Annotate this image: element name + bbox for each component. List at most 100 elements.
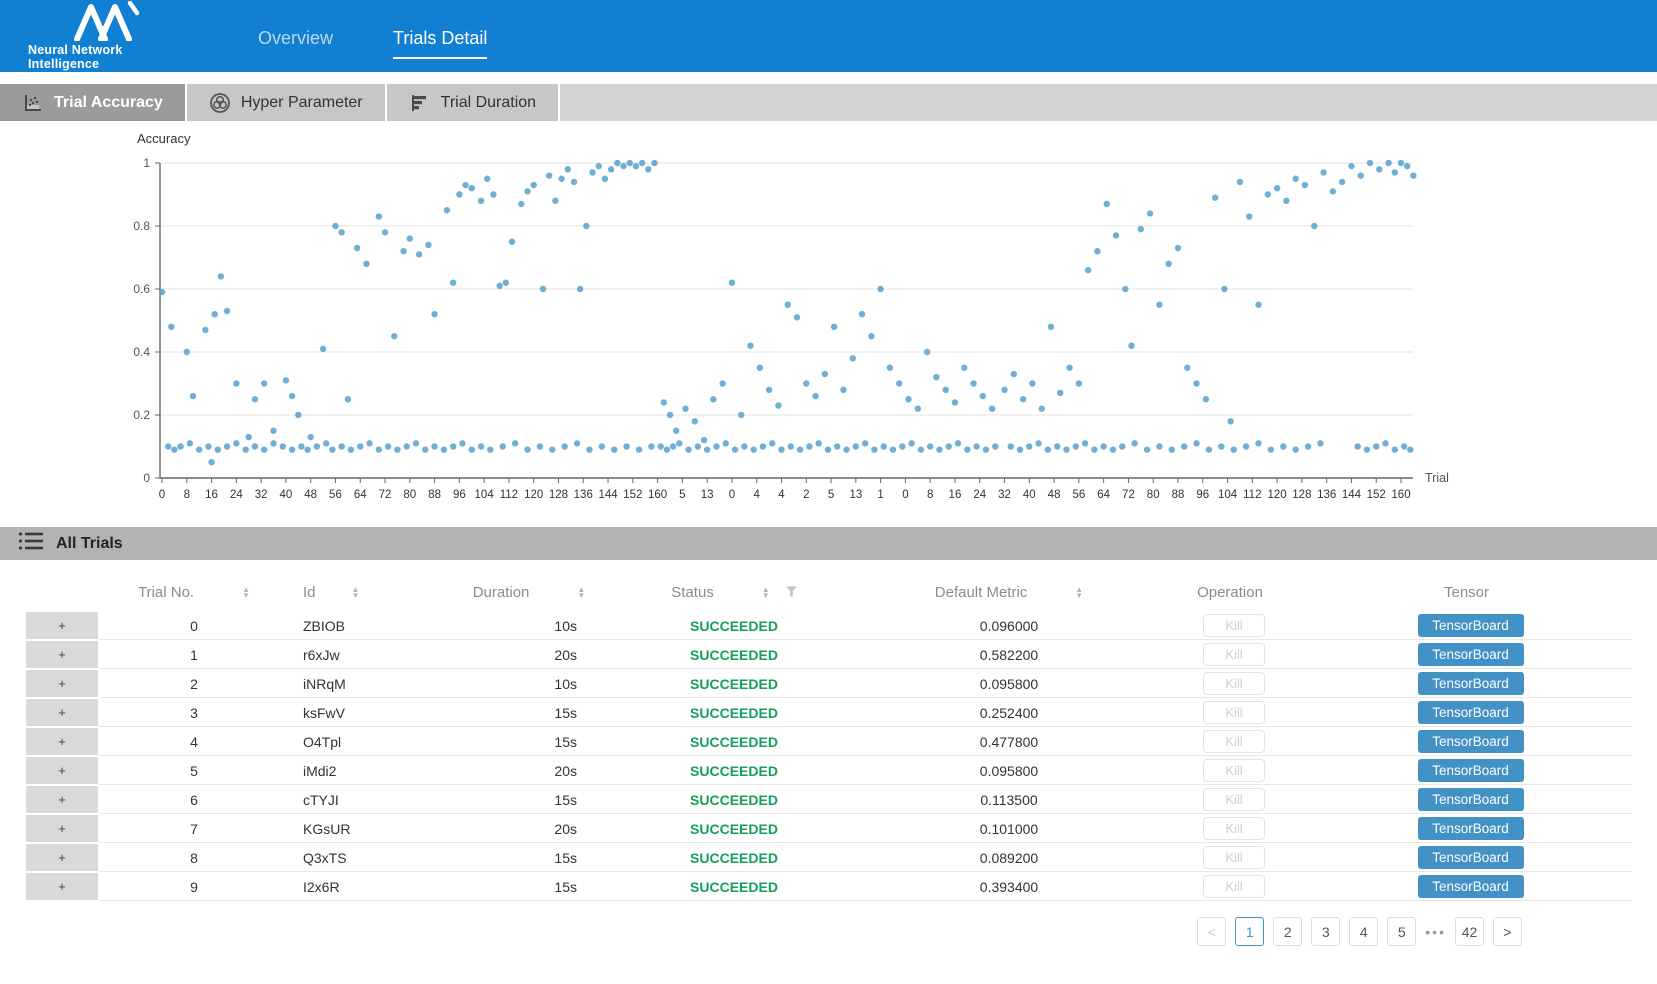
- scatter-point[interactable]: [1265, 191, 1271, 197]
- scatter-point[interactable]: [806, 443, 812, 449]
- scatter-point[interactable]: [1119, 443, 1125, 449]
- sort-icon[interactable]: ▲▼: [242, 587, 250, 599]
- kill-button[interactable]: Kill: [1203, 875, 1265, 898]
- scatter-point[interactable]: [992, 443, 998, 449]
- scatter-point[interactable]: [723, 440, 729, 446]
- scatter-point[interactable]: [1073, 443, 1079, 449]
- expand-row-button[interactable]: +: [25, 611, 99, 640]
- page-button-42[interactable]: 42: [1455, 917, 1484, 946]
- scatter-point[interactable]: [1193, 440, 1199, 446]
- scatter-point[interactable]: [645, 166, 651, 172]
- scatter-point[interactable]: [812, 393, 818, 399]
- scatter-point[interactable]: [676, 440, 682, 446]
- scatter-point[interactable]: [1144, 446, 1150, 452]
- scatter-point[interactable]: [431, 443, 437, 449]
- scatter-point[interactable]: [989, 406, 995, 412]
- scatter-point[interactable]: [1147, 210, 1153, 216]
- scatter-point[interactable]: [1026, 443, 1032, 449]
- scatter-point[interactable]: [1156, 302, 1162, 308]
- scatter-point[interactable]: [1376, 166, 1382, 172]
- scatter-point[interactable]: [918, 446, 924, 452]
- scatter-point[interactable]: [196, 446, 202, 452]
- scatter-point[interactable]: [1382, 440, 1388, 446]
- scatter-point[interactable]: [1292, 446, 1298, 452]
- scatter-point[interactable]: [404, 443, 410, 449]
- scatter-point[interactable]: [280, 443, 286, 449]
- scatter-point[interactable]: [540, 286, 546, 292]
- scatter-point[interactable]: [490, 191, 496, 197]
- scatter-point[interactable]: [636, 446, 642, 452]
- scatter-point[interactable]: [577, 286, 583, 292]
- scatter-point[interactable]: [357, 443, 363, 449]
- sort-icon[interactable]: ▲▼: [577, 587, 585, 599]
- scatter-point[interactable]: [701, 437, 707, 443]
- scatter-point[interactable]: [1246, 213, 1252, 219]
- scatter-point[interactable]: [822, 371, 828, 377]
- scatter-point[interactable]: [1243, 443, 1249, 449]
- scatter-point[interactable]: [1020, 396, 1026, 402]
- column-header-status[interactable]: Status▲▼: [609, 584, 859, 601]
- scatter-point[interactable]: [459, 440, 465, 446]
- scatter-point[interactable]: [651, 160, 657, 166]
- scatter-point[interactable]: [187, 440, 193, 446]
- scatter-point[interactable]: [524, 188, 530, 194]
- scatter-point[interactable]: [261, 380, 267, 386]
- scatter-point[interactable]: [208, 459, 214, 465]
- scatter-point[interactable]: [537, 443, 543, 449]
- scatter-point[interactable]: [1255, 302, 1261, 308]
- scatter-point[interactable]: [289, 393, 295, 399]
- scatter-point[interactable]: [1358, 172, 1364, 178]
- scatter-point[interactable]: [608, 166, 614, 172]
- scatter-point[interactable]: [549, 446, 555, 452]
- scatter-point[interactable]: [970, 380, 976, 386]
- scatter-point[interactable]: [1410, 172, 1416, 178]
- expand-row-button[interactable]: +: [25, 872, 99, 901]
- scatter-point[interactable]: [391, 333, 397, 339]
- scatter-point[interactable]: [620, 163, 626, 169]
- scatter-point[interactable]: [252, 443, 258, 449]
- scatter-point[interactable]: [1156, 443, 1162, 449]
- scatter-point[interactable]: [794, 314, 800, 320]
- tensorboard-button[interactable]: TensorBoard: [1418, 701, 1524, 724]
- scatter-point[interactable]: [1268, 446, 1274, 452]
- scatter-point[interactable]: [853, 443, 859, 449]
- scatter-point[interactable]: [165, 443, 171, 449]
- scatter-point[interactable]: [924, 349, 930, 355]
- scatter-point[interactable]: [859, 311, 865, 317]
- scatter-point[interactable]: [980, 393, 986, 399]
- scatter-point[interactable]: [946, 443, 952, 449]
- tab-hyper-parameter[interactable]: Hyper Parameter: [187, 84, 387, 121]
- scatter-point[interactable]: [1181, 443, 1187, 449]
- scatter-point[interactable]: [611, 446, 617, 452]
- scatter-point[interactable]: [469, 185, 475, 191]
- scatter-point[interactable]: [1017, 446, 1023, 452]
- column-header-duration[interactable]: Duration▲▼: [449, 584, 609, 601]
- scatter-point[interactable]: [503, 280, 509, 286]
- scatter-point[interactable]: [713, 443, 719, 449]
- nav-tab-overview[interactable]: Overview: [258, 28, 333, 59]
- scatter-point[interactable]: [177, 443, 183, 449]
- scatter-point[interactable]: [1104, 201, 1110, 207]
- scatter-point[interactable]: [1280, 443, 1286, 449]
- scatter-point[interactable]: [1274, 185, 1280, 191]
- kill-button[interactable]: Kill: [1203, 643, 1265, 666]
- scatter-point[interactable]: [850, 355, 856, 361]
- expand-row-button[interactable]: +: [25, 756, 99, 785]
- scatter-point[interactable]: [289, 446, 295, 452]
- scatter-point[interactable]: [983, 446, 989, 452]
- scatter-point[interactable]: [500, 443, 506, 449]
- scatter-point[interactable]: [633, 163, 639, 169]
- column-header-metric[interactable]: Default Metric▲▼: [859, 584, 1159, 601]
- scatter-point[interactable]: [1076, 380, 1082, 386]
- scatter-point[interactable]: [1367, 160, 1373, 166]
- scatter-point[interactable]: [769, 440, 775, 446]
- scatter-point[interactable]: [840, 387, 846, 393]
- scatter-point[interactable]: [871, 446, 877, 452]
- scatter-point[interactable]: [1066, 365, 1072, 371]
- scatter-point[interactable]: [1175, 245, 1181, 251]
- scatter-point[interactable]: [478, 198, 484, 204]
- scatter-point[interactable]: [729, 280, 735, 286]
- scatter-point[interactable]: [1169, 446, 1175, 452]
- scatter-point[interactable]: [441, 446, 447, 452]
- scatter-point[interactable]: [487, 446, 493, 452]
